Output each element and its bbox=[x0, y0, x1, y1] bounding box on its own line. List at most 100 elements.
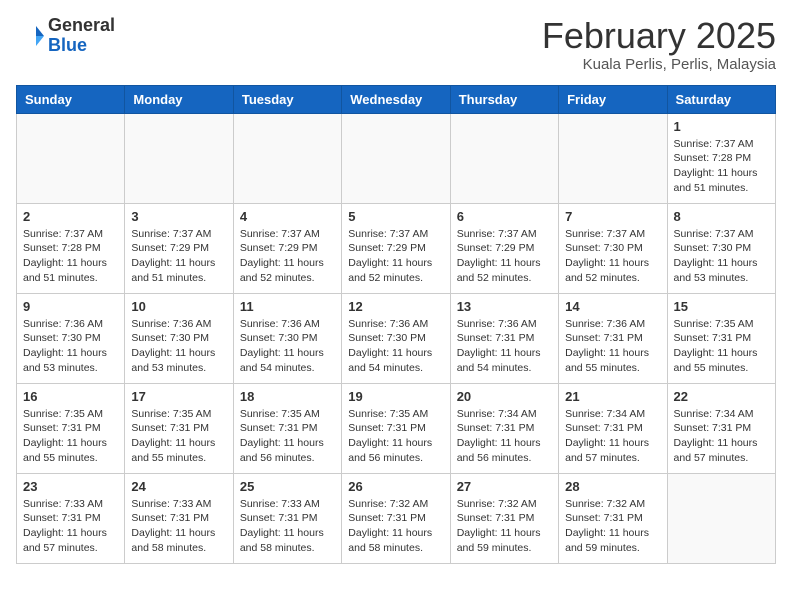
day-number: 20 bbox=[457, 389, 552, 404]
logo-text: General Blue bbox=[48, 16, 115, 56]
day-number: 4 bbox=[240, 209, 335, 224]
calendar-day-cell bbox=[559, 113, 667, 203]
day-info: Sunrise: 7:37 AMSunset: 7:30 PMDaylight:… bbox=[674, 227, 769, 286]
day-info: Sunrise: 7:33 AMSunset: 7:31 PMDaylight:… bbox=[240, 497, 335, 556]
calendar-day-cell bbox=[125, 113, 233, 203]
calendar-day-cell bbox=[342, 113, 450, 203]
day-info: Sunrise: 7:34 AMSunset: 7:31 PMDaylight:… bbox=[457, 407, 552, 466]
day-number: 15 bbox=[674, 299, 769, 314]
calendar-day-cell: 27 Sunrise: 7:32 AMSunset: 7:31 PMDayligh… bbox=[450, 473, 558, 563]
location-subtitle: Kuala Perlis, Perlis, Malaysia bbox=[542, 56, 776, 73]
page-header: General Blue February 2025 Kuala Perlis,… bbox=[16, 16, 776, 73]
calendar-day-cell: 25 Sunrise: 7:33 AMSunset: 7:31 PMDayligh… bbox=[233, 473, 341, 563]
calendar-day-cell bbox=[17, 113, 125, 203]
day-number: 14 bbox=[565, 299, 660, 314]
calendar-day-cell: 7 Sunrise: 7:37 AMSunset: 7:30 PMDaylight… bbox=[559, 203, 667, 293]
calendar-day-cell: 26 Sunrise: 7:32 AMSunset: 7:31 PMDayligh… bbox=[342, 473, 450, 563]
weekday-header-saturday: Saturday bbox=[667, 85, 775, 113]
day-info: Sunrise: 7:37 AMSunset: 7:29 PMDaylight:… bbox=[240, 227, 335, 286]
day-number: 6 bbox=[457, 209, 552, 224]
weekday-header-monday: Monday bbox=[125, 85, 233, 113]
day-info: Sunrise: 7:32 AMSunset: 7:31 PMDaylight:… bbox=[348, 497, 443, 556]
calendar-day-cell: 23 Sunrise: 7:33 AMSunset: 7:31 PMDayligh… bbox=[17, 473, 125, 563]
calendar-day-cell: 15 Sunrise: 7:35 AMSunset: 7:31 PMDayligh… bbox=[667, 293, 775, 383]
day-number: 23 bbox=[23, 479, 118, 494]
calendar-table: SundayMondayTuesdayWednesdayThursdayFrid… bbox=[16, 85, 776, 564]
day-number: 25 bbox=[240, 479, 335, 494]
day-number: 22 bbox=[674, 389, 769, 404]
day-number: 18 bbox=[240, 389, 335, 404]
day-number: 9 bbox=[23, 299, 118, 314]
day-number: 16 bbox=[23, 389, 118, 404]
logo-icon bbox=[16, 22, 44, 50]
day-info: Sunrise: 7:34 AMSunset: 7:31 PMDaylight:… bbox=[565, 407, 660, 466]
weekday-header-thursday: Thursday bbox=[450, 85, 558, 113]
calendar-day-cell: 10 Sunrise: 7:36 AMSunset: 7:30 PMDayligh… bbox=[125, 293, 233, 383]
day-number: 21 bbox=[565, 389, 660, 404]
day-info: Sunrise: 7:35 AMSunset: 7:31 PMDaylight:… bbox=[131, 407, 226, 466]
day-number: 10 bbox=[131, 299, 226, 314]
day-info: Sunrise: 7:33 AMSunset: 7:31 PMDaylight:… bbox=[23, 497, 118, 556]
day-number: 1 bbox=[674, 119, 769, 134]
day-number: 13 bbox=[457, 299, 552, 314]
calendar-day-cell: 11Sunrise: 7:36 AMSunset: 7:30 PMDayligh… bbox=[233, 293, 341, 383]
calendar-day-cell: 5 Sunrise: 7:37 AMSunset: 7:29 PMDaylight… bbox=[342, 203, 450, 293]
month-year-title: February 2025 bbox=[542, 16, 776, 56]
day-number: 26 bbox=[348, 479, 443, 494]
day-number: 8 bbox=[674, 209, 769, 224]
calendar-day-cell: 6Sunrise: 7:37 AMSunset: 7:29 PMDaylight… bbox=[450, 203, 558, 293]
calendar-week-5: 23 Sunrise: 7:33 AMSunset: 7:31 PMDayligh… bbox=[17, 473, 776, 563]
day-info: Sunrise: 7:32 AMSunset: 7:31 PMDaylight:… bbox=[565, 497, 660, 556]
day-info: Sunrise: 7:36 AMSunset: 7:30 PMDaylight:… bbox=[131, 317, 226, 376]
calendar-day-cell: 20 Sunrise: 7:34 AMSunset: 7:31 PMDayligh… bbox=[450, 383, 558, 473]
day-info: Sunrise: 7:33 AMSunset: 7:31 PMDaylight:… bbox=[131, 497, 226, 556]
calendar-day-cell: 28 Sunrise: 7:32 AMSunset: 7:31 PMDayligh… bbox=[559, 473, 667, 563]
calendar-day-cell: 19Sunrise: 7:35 AMSunset: 7:31 PMDayligh… bbox=[342, 383, 450, 473]
calendar-day-cell: 14 Sunrise: 7:36 AMSunset: 7:31 PMDayligh… bbox=[559, 293, 667, 383]
day-number: 19 bbox=[348, 389, 443, 404]
calendar-day-cell bbox=[667, 473, 775, 563]
calendar-week-2: 2 Sunrise: 7:37 AMSunset: 7:28 PMDaylight… bbox=[17, 203, 776, 293]
calendar-day-cell: 3Sunrise: 7:37 AMSunset: 7:29 PMDaylight… bbox=[125, 203, 233, 293]
title-block: February 2025 Kuala Perlis, Perlis, Mala… bbox=[542, 16, 776, 73]
weekday-header-tuesday: Tuesday bbox=[233, 85, 341, 113]
day-info: Sunrise: 7:34 AMSunset: 7:31 PMDaylight:… bbox=[674, 407, 769, 466]
day-number: 5 bbox=[348, 209, 443, 224]
calendar-day-cell: 8 Sunrise: 7:37 AMSunset: 7:30 PMDaylight… bbox=[667, 203, 775, 293]
day-info: Sunrise: 7:35 AMSunset: 7:31 PMDaylight:… bbox=[674, 317, 769, 376]
day-info: Sunrise: 7:37 AMSunset: 7:30 PMDaylight:… bbox=[565, 227, 660, 286]
logo-blue: Blue bbox=[48, 36, 115, 56]
calendar-day-cell: 12Sunrise: 7:36 AMSunset: 7:30 PMDayligh… bbox=[342, 293, 450, 383]
day-number: 7 bbox=[565, 209, 660, 224]
calendar-day-cell: 13 Sunrise: 7:36 AMSunset: 7:31 PMDayligh… bbox=[450, 293, 558, 383]
weekday-header-wednesday: Wednesday bbox=[342, 85, 450, 113]
calendar-week-1: 1 Sunrise: 7:37 AMSunset: 7:28 PMDaylight… bbox=[17, 113, 776, 203]
day-info: Sunrise: 7:35 AMSunset: 7:31 PMDaylight:… bbox=[23, 407, 118, 466]
day-info: Sunrise: 7:37 AMSunset: 7:28 PMDaylight:… bbox=[674, 137, 769, 196]
day-info: Sunrise: 7:36 AMSunset: 7:30 PMDaylight:… bbox=[23, 317, 118, 376]
day-number: 27 bbox=[457, 479, 552, 494]
calendar-day-cell: 1 Sunrise: 7:37 AMSunset: 7:28 PMDaylight… bbox=[667, 113, 775, 203]
calendar-day-cell: 21 Sunrise: 7:34 AMSunset: 7:31 PMDayligh… bbox=[559, 383, 667, 473]
logo-general: General bbox=[48, 16, 115, 36]
day-info: Sunrise: 7:36 AMSunset: 7:31 PMDaylight:… bbox=[565, 317, 660, 376]
day-number: 17 bbox=[131, 389, 226, 404]
day-info: Sunrise: 7:32 AMSunset: 7:31 PMDaylight:… bbox=[457, 497, 552, 556]
day-info: Sunrise: 7:36 AMSunset: 7:30 PMDaylight:… bbox=[240, 317, 335, 376]
weekday-header-sunday: Sunday bbox=[17, 85, 125, 113]
weekday-header-friday: Friday bbox=[559, 85, 667, 113]
calendar-day-cell: 16 Sunrise: 7:35 AMSunset: 7:31 PMDayligh… bbox=[17, 383, 125, 473]
calendar-week-3: 9 Sunrise: 7:36 AMSunset: 7:30 PMDaylight… bbox=[17, 293, 776, 383]
calendar-day-cell: 2 Sunrise: 7:37 AMSunset: 7:28 PMDaylight… bbox=[17, 203, 125, 293]
day-info: Sunrise: 7:36 AMSunset: 7:31 PMDaylight:… bbox=[457, 317, 552, 376]
calendar-day-cell bbox=[450, 113, 558, 203]
day-number: 12 bbox=[348, 299, 443, 314]
day-number: 2 bbox=[23, 209, 118, 224]
day-info: Sunrise: 7:37 AMSunset: 7:28 PMDaylight:… bbox=[23, 227, 118, 286]
logo: General Blue bbox=[16, 16, 115, 56]
calendar-day-cell: 9 Sunrise: 7:36 AMSunset: 7:30 PMDaylight… bbox=[17, 293, 125, 383]
day-number: 24 bbox=[131, 479, 226, 494]
calendar-week-4: 16 Sunrise: 7:35 AMSunset: 7:31 PMDayligh… bbox=[17, 383, 776, 473]
day-info: Sunrise: 7:37 AMSunset: 7:29 PMDaylight:… bbox=[348, 227, 443, 286]
day-number: 28 bbox=[565, 479, 660, 494]
